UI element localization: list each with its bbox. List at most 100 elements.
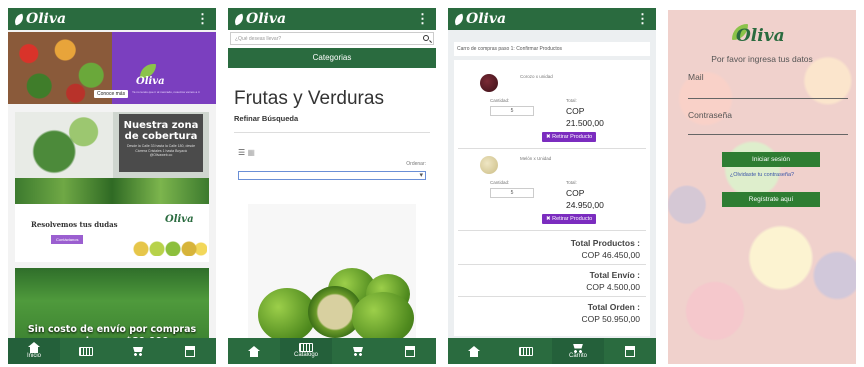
product-image[interactable]: [248, 204, 416, 344]
home-icon: [28, 342, 40, 353]
grid-view-icon[interactable]: ▦: [247, 148, 255, 157]
more-menu-icon[interactable]: ⋮: [196, 11, 209, 27]
banner-tagline: Ya no tenés que ir al mercado, nosotros …: [132, 90, 200, 94]
top-bar: Oliva ⋮: [448, 8, 656, 30]
more-menu-icon[interactable]: ⋮: [416, 11, 429, 27]
app-logo[interactable]: Oliva: [452, 11, 506, 27]
coverage-title: Nuestra zona de cobertura: [123, 120, 199, 142]
orders-icon: [185, 345, 195, 357]
limes-image: [133, 240, 207, 256]
mail-field[interactable]: [688, 98, 848, 99]
login-button[interactable]: Iniciar sesión: [722, 152, 820, 167]
item-total: 24.950,00: [566, 200, 604, 210]
banner-logo: Oliva: [165, 214, 194, 225]
nav-catalog[interactable]: Catalogo: [280, 338, 332, 364]
quantity-input[interactable]: 5: [490, 188, 534, 198]
view-toggle: ☰ ▦: [238, 148, 255, 157]
lime-shape: [352, 292, 414, 344]
nav-catalog[interactable]: [60, 338, 112, 364]
sort-select[interactable]: [238, 171, 426, 180]
cart-card: Corozo x unidad Cantidad: 5 Total: COP 2…: [454, 60, 650, 336]
sort-label: Ordenar:: [406, 161, 426, 167]
coverage-details: Desde la Calle 33 hasta la Calle 180, de…: [126, 144, 196, 157]
list-view-icon[interactable]: ☰: [238, 148, 245, 157]
nav-orders[interactable]: [384, 338, 436, 364]
nav-cart[interactable]: Carrito: [552, 338, 604, 364]
nav-home[interactable]: Inicio: [8, 338, 60, 364]
password-field[interactable]: [688, 134, 848, 135]
divider: [458, 148, 646, 149]
coverage-panel: Nuestra zona de cobertura Desde la Calle…: [119, 114, 203, 172]
remove-product-button[interactable]: ✖ Retirar Producto: [542, 132, 597, 142]
divider: [458, 296, 646, 297]
total-label: Total:: [566, 98, 577, 103]
nav-cart[interactable]: [112, 338, 164, 364]
mail-label: Mail: [688, 72, 704, 82]
item-total: 21.500,00: [566, 118, 604, 128]
remove-product-button[interactable]: ✖ Retirar Producto: [542, 214, 597, 224]
promo-banner[interactable]: Oliva Ya no tenés que ir al mercado, nos…: [8, 32, 216, 104]
password-label: Contraseña: [688, 110, 732, 120]
help-text: Resolvemos tus dudas: [31, 220, 118, 229]
login-screen: Oliva Por favor ingresa tus datos Mail C…: [668, 10, 856, 364]
quantity-input[interactable]: 5: [490, 106, 534, 116]
learn-more-button[interactable]: Conoce más: [94, 90, 129, 98]
product-name: Corozo x unidad: [520, 74, 553, 79]
forgot-password-link[interactable]: ¿Olvidaste tu contraseña?: [668, 172, 856, 178]
register-button[interactable]: Regístrate aquí: [722, 192, 820, 207]
cart-icon: [132, 346, 144, 356]
page-title: Frutas y Verduras: [234, 88, 384, 109]
nav-cart[interactable]: [332, 338, 384, 364]
bottom-nav: Inicio: [8, 338, 216, 364]
leaf-icon: [232, 13, 246, 25]
quantity-label: Cantidad:: [490, 98, 510, 103]
nav-orders[interactable]: [604, 338, 656, 364]
divider: [234, 132, 430, 133]
product-thumbnail: [480, 74, 498, 92]
herbs-image: [15, 178, 209, 204]
nav-home[interactable]: [448, 338, 500, 364]
app-logo: Oliva: [736, 26, 785, 46]
app-logo[interactable]: Oliva: [12, 11, 66, 27]
shipping-total-value: COP 4.500,00: [586, 282, 640, 292]
catalog-icon: [299, 343, 313, 352]
home-icon: [248, 345, 260, 357]
contact-button[interactable]: Contáctanos: [51, 235, 84, 244]
bottom-nav: Catalogo: [228, 338, 436, 364]
shipping-total-label: Total Envío :: [589, 270, 640, 280]
cart-icon: [572, 343, 584, 353]
bottom-nav: Carrito: [448, 338, 656, 364]
search-input[interactable]: ¿Qué deseas llevar?: [230, 32, 434, 45]
quantity-label: Cantidad:: [490, 180, 510, 185]
help-banner[interactable]: Resolvemos tus dudas Contáctanos Oliva: [15, 204, 209, 262]
banner-logo: Oliva: [136, 76, 165, 87]
nav-home[interactable]: [228, 338, 280, 364]
product-thumbnail: [480, 156, 498, 174]
total-label: Total:: [566, 180, 577, 185]
coverage-banner[interactable]: Nuestra zona de cobertura Desde la Calle…: [15, 112, 209, 178]
home-icon: [468, 345, 480, 357]
refine-search-label: Refinar Búsqueda: [234, 114, 299, 123]
orders-icon: [405, 345, 415, 357]
currency-label: COP: [566, 106, 585, 116]
search-icon[interactable]: [423, 35, 429, 41]
catalog-screen: Oliva ⋮ ¿Qué deseas llevar? Categorias F…: [228, 8, 436, 364]
top-bar: Oliva ⋮: [228, 8, 436, 30]
nav-catalog[interactable]: [500, 338, 552, 364]
leaf-icon: [12, 13, 26, 25]
home-screen: Oliva ⋮ Oliva Ya no tenés que ir al merc…: [8, 8, 216, 364]
nav-orders[interactable]: [164, 338, 216, 364]
login-prompt: Por favor ingresa tus datos: [711, 54, 813, 64]
divider: [458, 264, 646, 265]
leaf-icon: [452, 13, 466, 25]
divider: [458, 230, 646, 231]
currency-label: COP: [566, 188, 585, 198]
greens-image: [15, 112, 113, 178]
order-total-label: Total Orden :: [587, 302, 640, 312]
order-total-value: COP 50.950,00: [581, 314, 640, 324]
app-logo[interactable]: Oliva: [232, 11, 286, 27]
products-total-value: COP 46.450,00: [581, 250, 640, 260]
top-bar: Oliva ⋮: [8, 8, 216, 30]
more-menu-icon[interactable]: ⋮: [636, 11, 649, 27]
categories-button[interactable]: Categorias: [228, 48, 436, 68]
